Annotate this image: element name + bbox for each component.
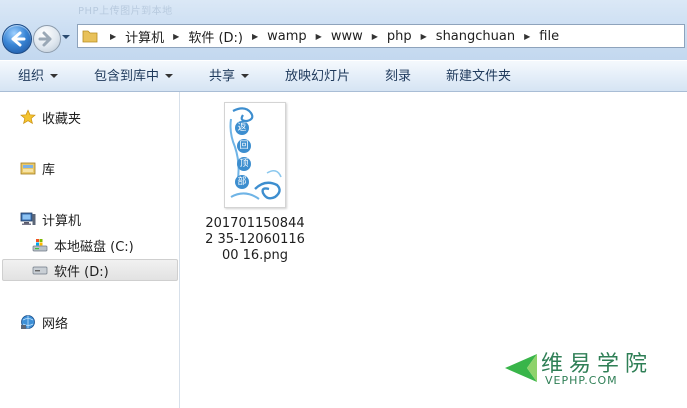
folder-icon [82, 30, 98, 43]
forward-button[interactable] [33, 25, 61, 53]
nav-favorites-label: 收藏夹 [42, 111, 82, 127]
breadcrumb-php[interactable]: php [387, 29, 412, 44]
nav-software-d-label: 软件 (D:) [54, 264, 109, 280]
nav-network[interactable]: 网络 [20, 311, 68, 333]
back-button[interactable] [2, 24, 32, 54]
thumbnail-char: 返 [235, 121, 249, 135]
file-list: 返 回 顶 部 2017011508442 35-1206011600 16.p… [180, 92, 687, 408]
navigation-pane: 收藏夹 库 计算机 本地磁盘 (C:) 软件 (D:) 网络 [0, 92, 180, 408]
network-icon [21, 315, 35, 329]
nav-favorites[interactable]: 收藏夹 [20, 106, 81, 128]
breadcrumb-separator[interactable]: ▶ [252, 32, 258, 41]
nav-local-disk-c-label: 本地磁盘 (C:) [54, 239, 134, 255]
address-bar[interactable]: ▶ 计算机 ▶ 软件 (D:) ▶ wamp ▶ www ▶ php ▶ sha… [77, 24, 685, 48]
library-icon [20, 162, 36, 175]
file-name: 2017011508442 35-1206011600 16.png [205, 216, 305, 263]
window-title: PHP上传图片到本地 [78, 6, 173, 17]
scroll-decoration-icon [229, 107, 282, 200]
recent-pages-dropdown-icon[interactable] [61, 33, 71, 41]
command-bar: 组织 包含到库中 共享 放映幻灯片 刻录 新建文件夹 [0, 60, 687, 92]
nav-computer-label: 计算机 [42, 213, 82, 229]
new-folder-label: 新建文件夹 [446, 69, 512, 84]
share-label: 共享 [209, 69, 236, 84]
breadcrumb-separator[interactable]: ▶ [110, 32, 116, 41]
include-in-library-menu[interactable]: 包含到库中 [94, 68, 174, 86]
thumbnail-char: 顶 [237, 157, 251, 171]
image-thumbnail: 返 回 顶 部 [224, 102, 286, 208]
nav-computer[interactable]: 计算机 [20, 208, 81, 230]
organize-label: 组织 [18, 69, 45, 84]
watermark-logo-icon [505, 354, 537, 382]
chevron-down-icon [241, 73, 250, 78]
breadcrumb-separator[interactable]: ▶ [421, 32, 427, 41]
slideshow-button[interactable]: 放映幻灯片 [285, 68, 350, 86]
nav-software-d[interactable]: 软件 (D:) [2, 259, 178, 281]
breadcrumb-separator[interactable]: ▶ [524, 32, 530, 41]
thumbnail-char: 回 [237, 139, 251, 153]
burn-label: 刻录 [385, 69, 412, 84]
burn-button[interactable]: 刻录 [385, 68, 411, 86]
file-item[interactable]: 返 回 顶 部 2017011508442 35-1206011600 16.p… [200, 102, 310, 264]
chevron-down-icon [50, 73, 59, 78]
slideshow-label: 放映幻灯片 [285, 69, 351, 84]
back-arrow-icon [11, 31, 26, 47]
chevron-down-icon [165, 73, 174, 78]
breadcrumb-wamp[interactable]: wamp [267, 29, 307, 44]
breadcrumb-software-d[interactable]: 软件 (D:) [188, 27, 243, 46]
breadcrumb-separator[interactable]: ▶ [372, 32, 378, 41]
title-bar: PHP上传图片到本地 ▶ 计算机 ▶ 软件 (D:) ▶ wamp ▶ www … [0, 0, 687, 60]
drive-icon [32, 239, 48, 252]
share-menu[interactable]: 共享 [209, 68, 250, 86]
breadcrumb-computer[interactable]: 计算机 [125, 27, 164, 46]
forward-arrow-icon [38, 31, 52, 47]
breadcrumb-separator[interactable]: ▶ [173, 32, 179, 41]
nav-libraries[interactable]: 库 [20, 157, 55, 179]
watermark-domain: VEPHP.COM [545, 374, 618, 387]
star-icon [20, 109, 36, 125]
new-folder-button[interactable]: 新建文件夹 [446, 68, 511, 86]
breadcrumb-file[interactable]: file [539, 29, 559, 44]
drive-icon [32, 266, 48, 275]
breadcrumb-separator[interactable]: ▶ [316, 32, 322, 41]
watermark: 维易学院 VEPHP.COM [497, 346, 667, 392]
thumbnail-char: 部 [235, 175, 249, 189]
breadcrumb-www[interactable]: www [331, 29, 363, 44]
computer-icon [20, 212, 36, 225]
organize-menu[interactable]: 组织 [18, 68, 59, 86]
nav-network-label: 网络 [42, 316, 69, 332]
nav-libraries-label: 库 [42, 162, 56, 178]
include-in-library-label: 包含到库中 [94, 69, 160, 84]
breadcrumb-shangchuan[interactable]: shangchuan [436, 29, 515, 44]
nav-local-disk-c[interactable]: 本地磁盘 (C:) [32, 234, 134, 256]
